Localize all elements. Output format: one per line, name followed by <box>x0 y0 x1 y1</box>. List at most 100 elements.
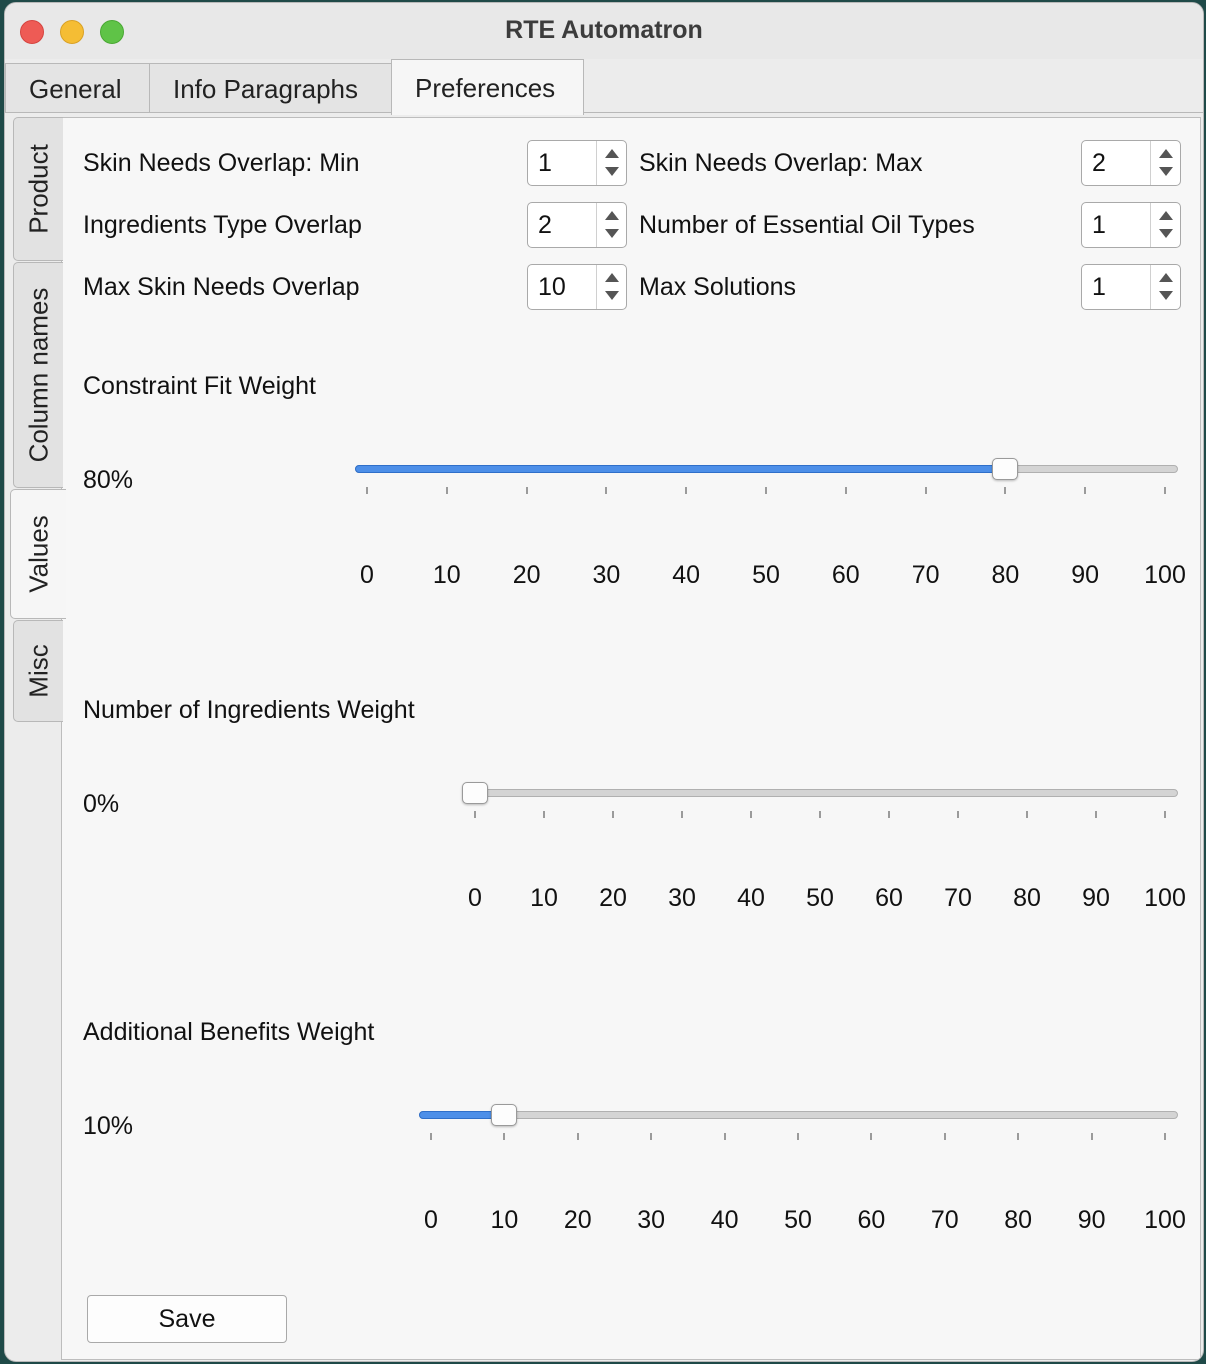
slider-tick-label: 10 <box>490 1206 519 1234</box>
slider-tick <box>844 487 847 494</box>
slider-tick-label: 20 <box>599 884 627 912</box>
stepper-arrows[interactable] <box>1150 141 1180 185</box>
slider-tick-label: 40 <box>710 1206 739 1234</box>
max-skin-needs-overlap-spinbox[interactable]: 10 <box>527 264 627 310</box>
slider-tick-label: 90 <box>1077 1206 1106 1234</box>
slider-track[interactable] <box>463 789 1178 797</box>
side-tab-values-label: Values <box>23 515 53 593</box>
skin-needs-overlap-min-spinbox[interactable]: 1 <box>527 140 627 186</box>
save-button[interactable]: Save <box>87 1295 287 1343</box>
preferences-panel <box>61 117 1201 1360</box>
arrow-up-icon[interactable] <box>605 211 619 220</box>
max-solutions-spinbox[interactable]: 1 <box>1081 264 1181 310</box>
slider-tick <box>1090 1133 1093 1140</box>
field-label: Number of Essential Oil Types <box>639 211 975 239</box>
slider-track[interactable] <box>419 1111 1178 1119</box>
slider-tick <box>445 487 448 494</box>
slider-tick-label: 100 <box>1144 1206 1186 1234</box>
slider-tick-label: 10 <box>530 884 558 912</box>
field-label: Skin Needs Overlap: Min <box>83 149 360 177</box>
slider-handle[interactable] <box>462 782 488 804</box>
slider-tick-label: 50 <box>784 1206 812 1234</box>
slider-tick <box>1084 487 1087 494</box>
spinbox-value: 1 <box>1092 273 1106 301</box>
slider-tick-label: 30 <box>592 561 621 589</box>
arrow-down-icon[interactable] <box>605 291 619 300</box>
stepper-arrows[interactable] <box>1150 203 1180 247</box>
slider-tick <box>723 1133 726 1140</box>
slider-tick <box>924 487 927 494</box>
slider-tick <box>503 1133 506 1140</box>
slider-tick <box>685 487 688 494</box>
stepper-arrows[interactable] <box>596 203 626 247</box>
skin-needs-overlap-max-spinbox[interactable]: 2 <box>1081 140 1181 186</box>
arrow-down-icon[interactable] <box>1159 291 1173 300</box>
arrow-up-icon[interactable] <box>605 149 619 158</box>
slider-tick <box>650 1133 653 1140</box>
arrow-down-icon[interactable] <box>605 229 619 238</box>
slider-tick-label: 40 <box>737 884 765 912</box>
tab-general[interactable]: General <box>5 63 150 113</box>
slider-tick-label: 80 <box>1013 884 1041 912</box>
field-label: Ingredients Type Overlap <box>83 211 362 239</box>
field-label: Max Skin Needs Overlap <box>83 273 360 301</box>
slider-tick <box>819 811 821 818</box>
side-tab-column-names[interactable]: Column names <box>13 262 63 488</box>
tab-bar-divider <box>5 112 1203 113</box>
tab-info-paragraphs[interactable]: Info Paragraphs <box>149 63 392 113</box>
arrow-down-icon[interactable] <box>605 167 619 176</box>
tab-preferences[interactable]: Preferences <box>391 59 584 115</box>
slider-tick-label: 20 <box>512 561 541 589</box>
arrow-up-icon[interactable] <box>605 273 619 282</box>
stepper-arrows[interactable] <box>1150 265 1180 309</box>
slider-tick-label: 70 <box>911 561 940 589</box>
spinbox-value: 2 <box>538 211 552 239</box>
slider-value-label: 0% <box>83 790 120 818</box>
slider-tick <box>1164 1133 1166 1140</box>
arrow-up-icon[interactable] <box>1159 273 1173 282</box>
side-tab-misc[interactable]: Misc <box>13 620 63 722</box>
slider-tick-label: 80 <box>991 561 1020 589</box>
slider-tick <box>605 487 608 494</box>
spinbox-value: 10 <box>538 273 566 301</box>
slider-value-label: 10% <box>83 1112 134 1140</box>
slider-tick <box>525 487 528 494</box>
slider-tick-label: 100 <box>1144 884 1186 912</box>
slider-tick <box>681 811 683 818</box>
slider-tick-label: 0 <box>424 1206 438 1234</box>
essential-oil-types-spinbox[interactable]: 1 <box>1081 202 1181 248</box>
slider-tick <box>1164 811 1166 818</box>
slider-tick-label: 0 <box>360 561 374 589</box>
slider-handle[interactable] <box>992 458 1019 480</box>
slider-tick-label: 70 <box>944 884 972 912</box>
slider-title: Number of Ingredients Weight <box>83 696 415 724</box>
arrow-down-icon[interactable] <box>1159 229 1173 238</box>
arrow-up-icon[interactable] <box>1159 149 1173 158</box>
slider-tick <box>750 811 752 818</box>
stepper-arrows[interactable] <box>596 265 626 309</box>
slider-handle[interactable] <box>491 1104 518 1126</box>
spinbox-value: 2 <box>1092 149 1106 177</box>
slider-tick-label: 30 <box>668 884 696 912</box>
slider-tick-label: 10 <box>432 561 461 589</box>
stepper-arrows[interactable] <box>596 141 626 185</box>
slider-tick-label: 50 <box>806 884 834 912</box>
slider-tick <box>430 1133 432 1140</box>
side-tab-values[interactable]: Values <box>10 489 66 619</box>
slider-tick-label: 0 <box>468 884 482 912</box>
arrow-down-icon[interactable] <box>1159 167 1173 176</box>
slider-fill <box>355 465 1006 473</box>
slider-tick <box>366 487 368 494</box>
slider-tick <box>612 811 614 818</box>
side-tab-product[interactable]: Product <box>13 117 63 261</box>
slider-tick <box>1026 811 1028 818</box>
field-label: Skin Needs Overlap: Max <box>639 149 923 177</box>
window-title: RTE Automatron <box>505 16 703 44</box>
app-window: RTE Automatron General Info Paragraphs P… <box>4 2 1204 1362</box>
arrow-up-icon[interactable] <box>1159 211 1173 220</box>
field-label: Max Solutions <box>639 273 797 301</box>
ingredients-type-overlap-spinbox[interactable]: 2 <box>527 202 627 248</box>
slider-tick-label: 50 <box>752 561 780 589</box>
slider-tick <box>943 1133 946 1140</box>
slider-tick <box>765 487 767 494</box>
